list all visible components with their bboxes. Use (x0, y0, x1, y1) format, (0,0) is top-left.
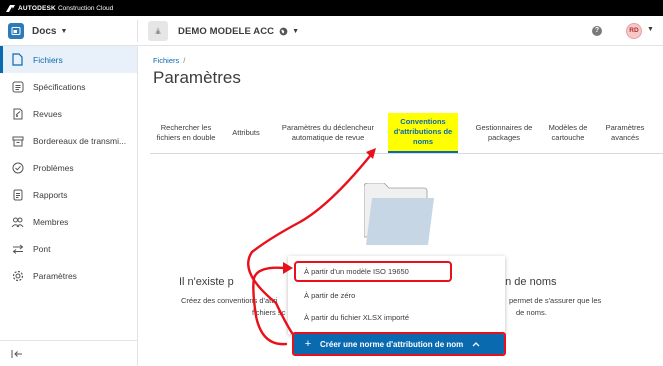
tab-parametres-avances[interactable]: Paramètres avancés (600, 113, 650, 153)
docs-product-icon (8, 23, 24, 39)
sidebar-item-specifications[interactable]: Spécifications (0, 73, 137, 100)
sidebar-item-membres[interactable]: Membres (0, 208, 137, 235)
create-naming-standard-button[interactable]: + Créer une norme d'attribution de nom (292, 332, 506, 356)
issues-icon (11, 161, 24, 174)
chevron-up-icon (472, 342, 480, 347)
top-brand-bar: AUTODESK Construction Cloud (0, 0, 663, 16)
product-name: Docs (32, 25, 57, 37)
sidebar-item-parametres[interactable]: Paramètres (0, 262, 137, 289)
caret-down-icon[interactable]: ▼ (647, 26, 654, 33)
breadcrumb: Fichiers / (153, 56, 185, 65)
gear-icon (11, 269, 24, 282)
caret-down-icon: ▼ (60, 27, 68, 35)
tab-label: Paramètres du déclencheur automatique de… (281, 123, 375, 142)
tab-attributs[interactable]: Attributs (226, 113, 266, 153)
tab-rechercher-doublons[interactable]: Rechercher les fichiers en double (152, 113, 220, 153)
settings-tabs: Rechercher les fichiers en double Attrib… (150, 113, 663, 154)
sidebar-item-label: Pont (33, 243, 51, 254)
menu-item-label: À partir de zéro (304, 290, 356, 300)
product-switcher[interactable]: Docs ▼ (8, 22, 67, 40)
empty-state-title-continued: on de noms (499, 276, 557, 288)
sidebar-item-label: Membres (33, 216, 69, 227)
globe-icon (279, 27, 288, 35)
tab-gestionnaires-packages[interactable]: Gestionnaires de packages (470, 113, 538, 153)
brand-name: AUTODESK (18, 4, 56, 12)
menu-item-label: À partir du fichier XLSX importé (304, 312, 410, 322)
empty-state-title: Il n'existe p (179, 276, 234, 288)
tab-conventions-noms[interactable]: Conventions d'attributions de noms (388, 113, 458, 153)
tab-label: Rechercher les fichiers en double (156, 123, 216, 142)
bridge-icon (11, 242, 24, 255)
sidebar-item-label: Paramètres (33, 270, 77, 281)
user-avatar[interactable]: RD (626, 23, 642, 39)
collapse-sidebar-button[interactable] (0, 340, 138, 366)
sidebar-item-problemes[interactable]: Problèmes (0, 154, 137, 181)
sidebar-item-label: Fichiers (33, 54, 63, 65)
tab-label: Paramètres avancés (605, 123, 645, 142)
sidebar-item-label: Spécifications (33, 81, 86, 92)
sidebar-item-fichiers[interactable]: Fichiers (0, 46, 137, 73)
tab-label: Conventions d'attributions de noms (393, 117, 453, 146)
autodesk-logo-icon (6, 4, 15, 12)
help-icon[interactable]: ? (592, 26, 602, 36)
transmittals-icon (11, 134, 24, 147)
app-header: Docs ▼ DEMO MODELE ACC ▼ ? RD ▼ (0, 16, 663, 46)
plus-icon: + (304, 338, 312, 350)
breadcrumb-link-fichiers[interactable]: Fichiers (153, 56, 179, 65)
tab-declencheur-revue[interactable]: Paramètres du déclencheur automatique de… (280, 113, 376, 153)
empty-state-description-line2-continued: de noms. (516, 308, 547, 317)
tab-label: Attributs (232, 128, 260, 137)
sidebar-item-revues[interactable]: Revues (0, 100, 137, 127)
specifications-icon (11, 80, 24, 93)
annotation-highlight-box (294, 261, 452, 282)
sidebar-item-label: Rapports (33, 189, 68, 200)
sidebar-item-pont[interactable]: Pont (0, 235, 137, 262)
tab-modeles-cartouche[interactable]: Modèles de cartouche (546, 113, 590, 153)
project-name: DEMO MODELE ACC (178, 25, 275, 37)
page-title: Paramètres (153, 68, 241, 87)
sidebar-item-label: Problèmes (33, 162, 74, 173)
empty-state-description-line2: fichiers sc (252, 308, 286, 317)
sidebar-item-rapports[interactable]: Rapports (0, 181, 137, 208)
caret-down-icon: ▼ (292, 27, 300, 35)
menu-item-from-scratch[interactable]: À partir de zéro (288, 285, 505, 305)
empty-state-description: Créez des conventions d'attri (181, 296, 278, 305)
project-switcher[interactable]: DEMO MODELE ACC ▼ (148, 21, 299, 41)
project-thumbnail (148, 21, 168, 41)
sidebar-item-label: Bordereaux de transmi... (33, 135, 127, 146)
collapse-icon (11, 349, 22, 358)
reports-icon (11, 188, 24, 201)
breadcrumb-separator: / (183, 56, 186, 65)
tab-label: Modèles de cartouche (548, 123, 588, 142)
create-button-label: Créer une norme d'attribution de nom (320, 339, 464, 349)
reviews-icon (11, 107, 24, 120)
empty-state-description-continued: permet de s'assurer que les (509, 296, 602, 305)
menu-item-from-xlsx[interactable]: À partir du fichier XLSX importé (288, 307, 505, 327)
tab-label: Gestionnaires de packages (475, 123, 533, 142)
brand-subtitle: Construction Cloud (57, 4, 114, 12)
members-icon (11, 215, 24, 228)
header-divider (137, 20, 138, 42)
empty-folder-icon (364, 183, 434, 245)
sidebar-item-bordereaux[interactable]: Bordereaux de transmi... (0, 127, 137, 154)
sidebar-item-label: Revues (33, 108, 62, 119)
sidebar: Fichiers Spécifications Revues Bordereau… (0, 46, 138, 366)
file-icon (11, 53, 24, 66)
